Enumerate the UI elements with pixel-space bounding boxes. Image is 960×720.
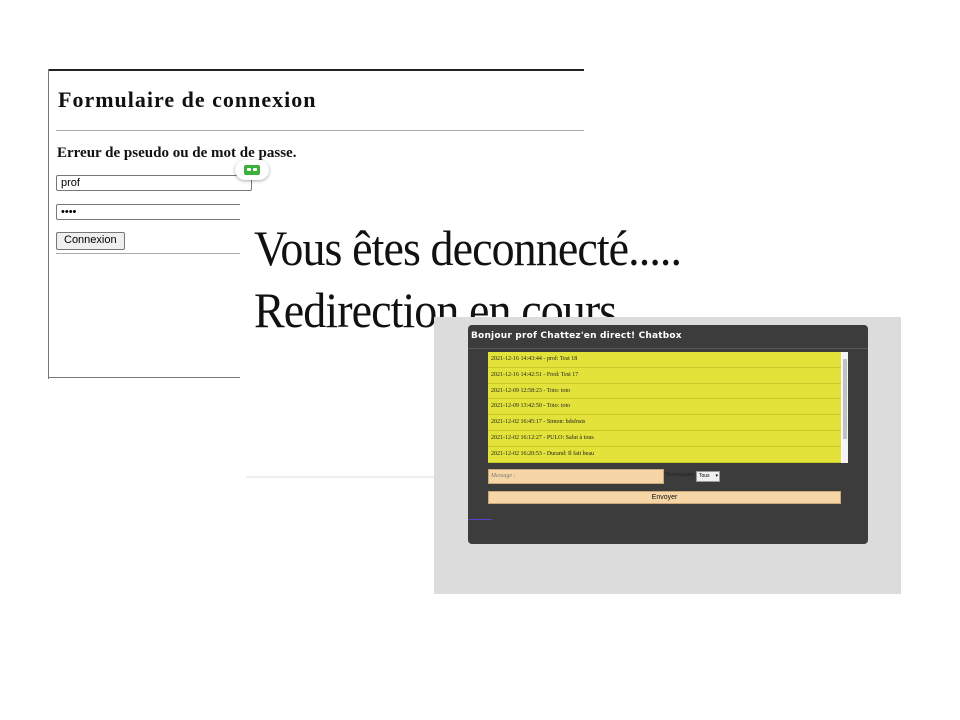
bottom-border <box>48 377 248 378</box>
scrollbar-thumb[interactable] <box>843 359 847 439</box>
chat-title: Bonjour prof Chattez'en direct! Chatbox <box>471 331 682 341</box>
green-face-icon <box>244 165 260 175</box>
logout-message: Vous êtes deconnecté..... <box>254 220 682 276</box>
message-row: 2021-12-02 16:12:27 - PULO: Salut à tous <box>488 431 841 447</box>
message-row: 2021-12-09 13:42:50 - Toto: toto <box>488 399 841 416</box>
chat-link[interactable] <box>468 519 492 520</box>
message-row: 2021-12-16 14:42:51 - Fred: Test 17 <box>488 368 841 384</box>
connexion-button[interactable]: Connexion <box>56 232 125 250</box>
top-divider <box>48 69 584 71</box>
message-row: 2021-12-09 12:58:23 - Toto: toto <box>488 384 841 400</box>
messages-list: 2021-12-16 14:43:44 - prof: Test 18 2021… <box>488 352 841 463</box>
messages-scrollbar[interactable] <box>842 352 848 463</box>
page-title: Formulaire de connexion <box>58 87 317 112</box>
chevron-down-icon: ▾ <box>715 473 718 479</box>
message-row: 2021-12-02 16:45:17 - Simon: bdsfnsts <box>488 415 841 431</box>
extension-badge[interactable] <box>235 160 269 180</box>
recipient-select[interactable]: Tous ▾ <box>696 471 720 482</box>
recipient-value: Tous <box>699 473 710 479</box>
recipient-label: Destinataire <box>665 472 694 478</box>
chat-panel: Bonjour prof Chattez'en direct! Chatbox … <box>434 317 901 594</box>
message-input[interactable]: Message : <box>488 469 664 484</box>
left-border <box>48 69 49 379</box>
title-divider <box>468 348 868 349</box>
message-row: 2021-12-02 16:20:53 - Durand: Il fait be… <box>488 447 841 463</box>
form-divider <box>56 253 242 254</box>
title-divider <box>56 130 584 131</box>
password-input[interactable]: •••• <box>56 204 252 220</box>
send-button[interactable]: Envoyer <box>488 491 841 504</box>
messages-area: 2021-12-16 14:43:44 - prof: Test 18 2021… <box>488 352 848 463</box>
message-row: 2021-12-16 14:43:44 - prof: Test 18 <box>488 352 841 368</box>
chat-box: Bonjour prof Chattez'en direct! Chatbox … <box>468 325 868 544</box>
pseudo-input[interactable]: prof <box>56 175 252 191</box>
